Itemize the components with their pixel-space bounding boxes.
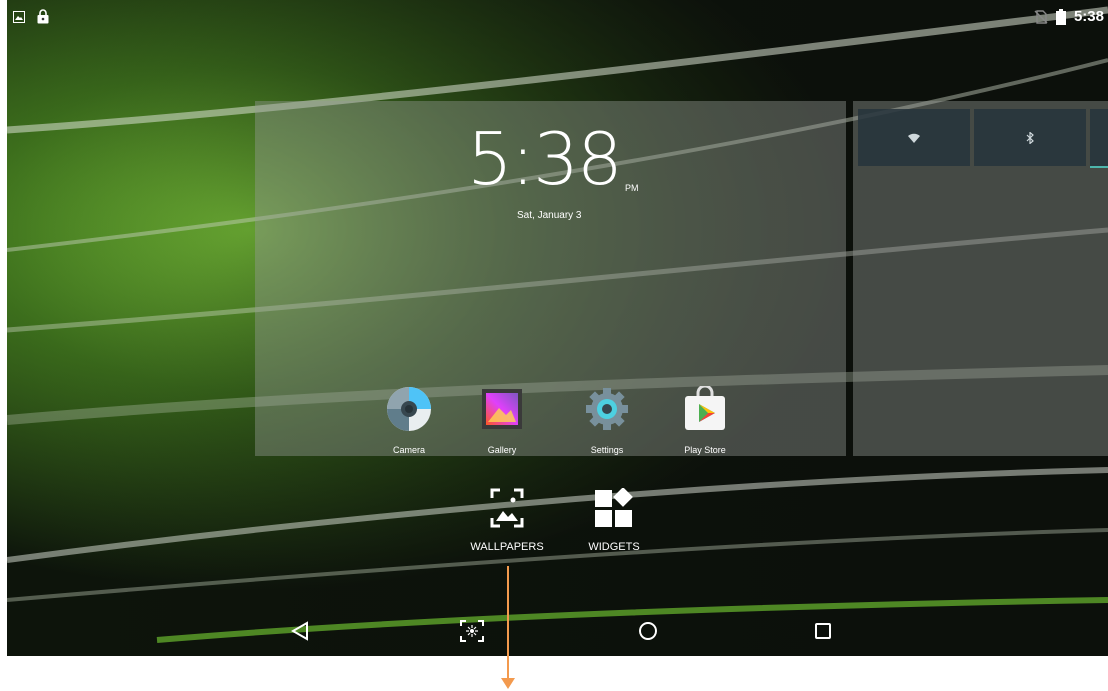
play-store-icon (685, 384, 725, 430)
no-sim-icon (1034, 9, 1048, 24)
app-label: Settings (590, 445, 624, 455)
widgets-icon (595, 487, 633, 527)
camera-icon (387, 387, 431, 431)
wallpapers-icon (490, 488, 524, 528)
picture-notification-icon (13, 10, 25, 23)
app-gallery[interactable]: Gallery (462, 386, 542, 455)
wifi-icon (908, 133, 920, 143)
recents-icon (815, 623, 831, 639)
gallery-icon (482, 389, 522, 429)
home-screen-page[interactable]: 5:38 PM Sat, January 3 Camera Gallery Se… (255, 101, 846, 456)
back-icon (291, 621, 308, 641)
screenshot-button[interactable] (457, 616, 487, 646)
tablet-screen: 5:38 5:38 PM Sat, January 3 Camera Galle… (7, 0, 1108, 656)
wallpapers-button[interactable]: WALLPAPERS (462, 488, 552, 553)
battery-icon (1055, 8, 1066, 25)
status-bar: 5:38 (7, 0, 1108, 34)
app-play-store[interactable]: Play Store (665, 384, 745, 455)
app-label: Camera (392, 445, 425, 455)
status-time: 5:38 (1073, 8, 1104, 25)
clock-time[interactable]: 5:38 (467, 123, 623, 195)
app-settings[interactable]: Settings (567, 386, 647, 455)
home-button[interactable] (633, 616, 663, 646)
widgets-button[interactable]: WIDGETS (569, 487, 659, 553)
clock-ampm: PM (625, 183, 639, 193)
app-camera[interactable]: Camera (369, 386, 449, 455)
settings-icon (586, 388, 628, 430)
bluetooth-tile[interactable] (974, 109, 1086, 166)
app-label: Gallery (487, 445, 517, 455)
home-screen-page-preview[interactable] (853, 101, 1108, 456)
wifi-tile[interactable] (858, 109, 970, 166)
wallpapers-label: WALLPAPERS (470, 541, 544, 553)
lock-icon (37, 9, 49, 24)
bluetooth-icon (1026, 131, 1034, 144)
recents-button[interactable] (808, 616, 838, 646)
clock-date: Sat, January 3 (517, 210, 582, 221)
quick-tile-partial[interactable] (1090, 109, 1108, 168)
app-label: Play Store (684, 445, 726, 455)
back-button[interactable] (285, 616, 315, 646)
annotation-arrow-line (507, 566, 509, 681)
widgets-label: WIDGETS (588, 541, 640, 553)
home-icon (639, 622, 657, 640)
screenshot-icon (460, 620, 484, 642)
annotation-arrow-head (501, 678, 515, 689)
